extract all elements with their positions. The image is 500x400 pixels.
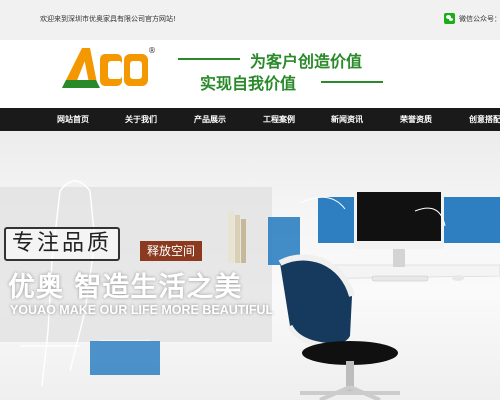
monitor-screen (357, 192, 441, 241)
nav-item-products[interactable]: 产品展示 (194, 108, 226, 131)
logo-o-cutout (130, 61, 142, 79)
banner-english-slogan: YOUAO MAKE OUR LIFE MORE BEAUTIFUL (10, 303, 274, 317)
header: ® 为客户创造价值 实现自我价值 (0, 40, 500, 108)
book-1 (228, 211, 234, 263)
company-logo[interactable]: ® (60, 44, 160, 92)
hero-banner[interactable]: 专注品质 释放空间 优奥 智造生活之美 YOUAO MAKE OUR LIFE … (0, 131, 500, 400)
nav-item-honors[interactable]: 荣誉资质 (400, 108, 432, 131)
top-bar: 欢迎来到深圳市优奥家具有限公司官方网站! 微信公众号： (0, 0, 500, 40)
slogan-line-2: 实现自我价值 (200, 74, 297, 93)
wechat-link[interactable]: 微信公众号： (444, 13, 500, 24)
nav-item-news[interactable]: 新闻资讯 (331, 108, 363, 131)
banner-headline: 优奥 智造生活之美 (8, 272, 243, 303)
wechat-label: 微信公众号： (459, 14, 500, 23)
book-3 (241, 219, 246, 263)
nav-item-cases[interactable]: 工程案例 (263, 108, 295, 131)
space-tag: 释放空间 (140, 241, 203, 261)
mouse (452, 275, 464, 281)
chair-base (300, 385, 400, 400)
logo-registered-mark: ® (148, 46, 156, 55)
keyboard (371, 275, 429, 282)
nav-item-creative[interactable]: 创意搭配 (469, 108, 500, 131)
slogan-rule-right (321, 81, 383, 83)
slogan-rule-left (178, 58, 240, 60)
logo-a-base (62, 80, 100, 88)
nav-item-about[interactable]: 关于我们 (125, 108, 157, 131)
blue-stool (90, 341, 160, 375)
wechat-icon (444, 13, 455, 24)
logo-c-cutout (108, 61, 122, 79)
main-nav: 网站首页 关于我们 产品展示 工程案例 新闻资讯 荣誉资质 创意搭配 (0, 108, 500, 131)
nav-item-home[interactable]: 网站首页 (57, 108, 89, 131)
monitor-stand (393, 249, 405, 267)
quality-badge: 专注品质 (4, 227, 121, 261)
slogan-line-1: 为客户创造价值 (250, 52, 363, 71)
welcome-text: 欢迎来到深圳市优奥家具有限公司官方网站! (40, 15, 176, 23)
book-2 (235, 215, 240, 263)
